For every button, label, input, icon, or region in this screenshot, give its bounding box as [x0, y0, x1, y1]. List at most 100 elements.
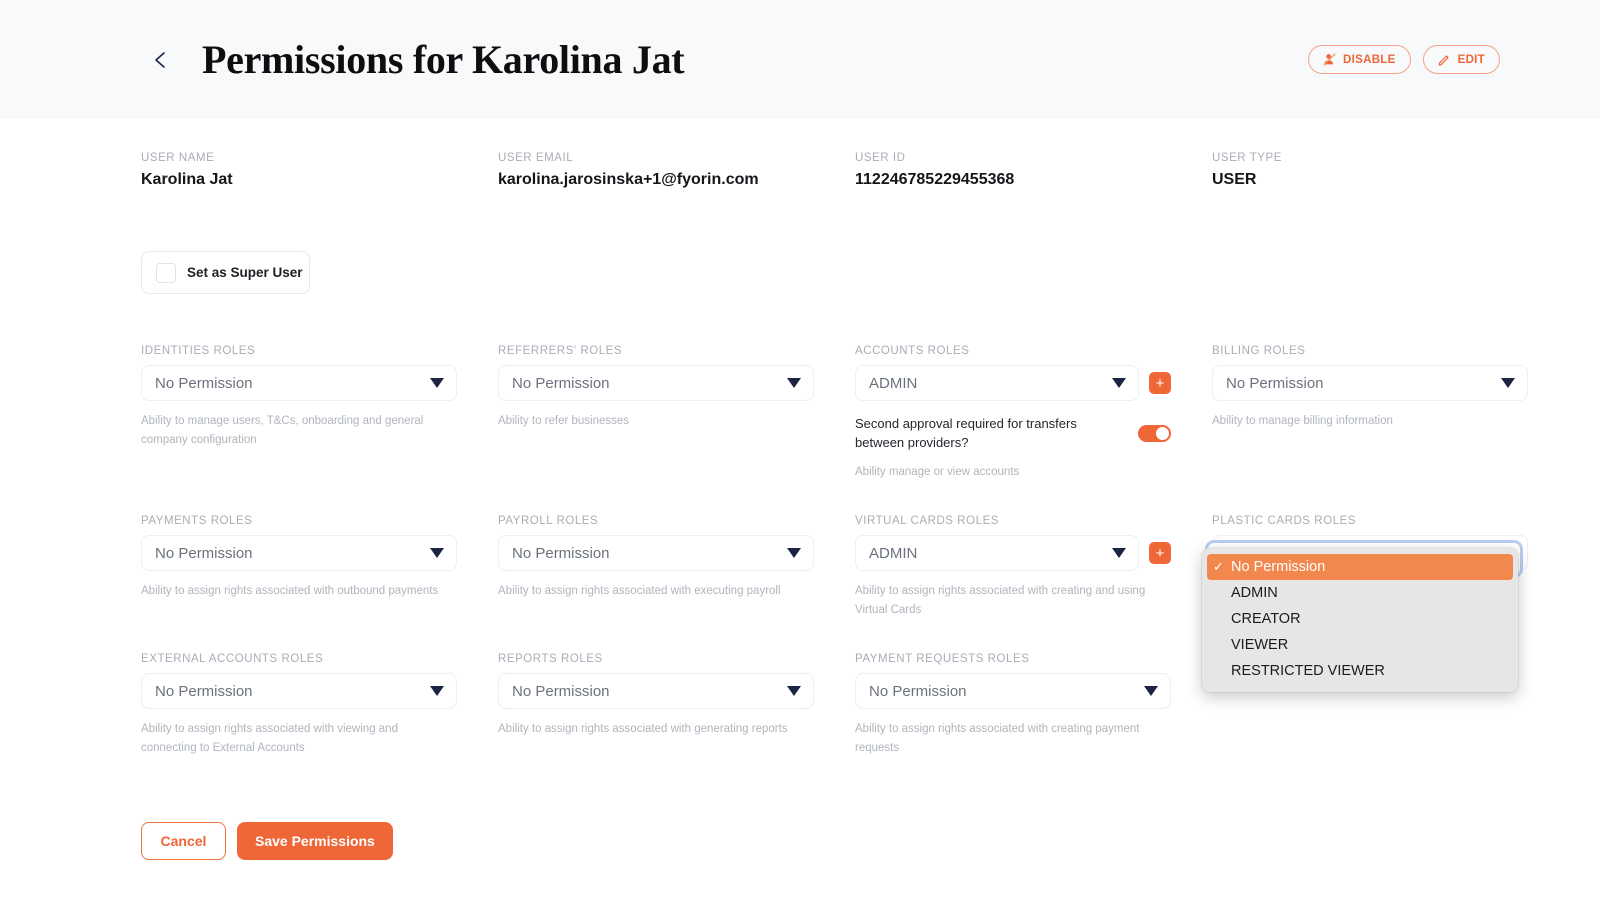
select-value: ADMIN: [869, 374, 918, 392]
role-label: EXTERNAL ACCOUNTS ROLES: [141, 653, 324, 665]
role-field-virtual-cards: VIRTUAL CARDS ROLES ADMIN + Ability to a…: [855, 515, 1171, 620]
role-select-row: No Permission: [141, 365, 457, 401]
user-info-field: USER ID 112246785229455368: [855, 152, 1212, 189]
chevron-down-icon: [1144, 686, 1158, 696]
payments-roles-select[interactable]: No Permission: [141, 535, 457, 571]
chevron-down-icon: [430, 686, 444, 696]
chevron-down-icon: [1112, 378, 1126, 388]
second-approval-row: Second approval required for transfers b…: [855, 414, 1171, 452]
chevron-down-icon: [430, 548, 444, 558]
role-helper-text: Ability to assign rights associated with…: [855, 585, 1146, 616]
role-select-row: No Permission: [498, 535, 814, 571]
back-button[interactable]: [140, 40, 180, 80]
second-approval-label: Second approval required for transfers b…: [855, 416, 1077, 450]
select-value: No Permission: [512, 682, 610, 700]
role-label: VIRTUAL CARDS ROLES: [855, 515, 1000, 527]
field-value: karolina.jarosinska+1@fyorin.com: [498, 171, 759, 188]
role-label: PAYMENTS ROLES: [141, 515, 253, 527]
select-value: No Permission: [155, 374, 253, 392]
dropdown-option-admin[interactable]: ✓ ADMIN: [1207, 580, 1513, 606]
user-info-field: USER EMAIL karolina.jarosinska+1@fyorin.…: [498, 152, 855, 189]
user-info-grid: USER NAME Karolina Jat USER EMAIL karoli…: [0, 152, 1600, 189]
dropdown-option-viewer[interactable]: ✓ VIEWER: [1207, 632, 1513, 658]
chevron-down-icon: [787, 548, 801, 558]
virtual-cards-roles-select[interactable]: ADMIN: [855, 535, 1139, 571]
role-label: ACCOUNTS ROLES: [855, 345, 970, 357]
role-field-payment-requests: PAYMENT REQUESTS ROLES No Permission Abi…: [855, 653, 1171, 758]
role-field-billing: BILLING ROLES No Permission Ability to m…: [1212, 345, 1528, 482]
toggle-knob: [1156, 426, 1169, 440]
role-field-identities: IDENTITIES ROLES No Permission Ability t…: [141, 345, 457, 482]
role-label: BILLING ROLES: [1212, 345, 1306, 357]
dropdown-option-label: RESTRICTED VIEWER: [1231, 663, 1385, 679]
role-field-accounts: ACCOUNTS ROLES ADMIN + Second approval r…: [855, 345, 1171, 482]
plastic-cards-roles-dropdown[interactable]: ✓ No Permission ✓ ADMIN ✓ CREATOR ✓ VIEW…: [1202, 548, 1518, 692]
select-value: No Permission: [869, 682, 967, 700]
role-label: IDENTITIES ROLES: [141, 345, 256, 357]
role-label: PLASTIC CARDS ROLES: [1212, 515, 1357, 527]
role-field-payments: PAYMENTS ROLES No Permission Ability to …: [141, 515, 457, 620]
role-helper-text: Ability to assign rights associated with…: [141, 723, 398, 754]
page-title: Permissions for Karolina Jat: [202, 37, 685, 82]
role-helper-text: Ability to assign rights associated with…: [498, 723, 788, 735]
role-helper-text: Ability to assign rights associated with…: [855, 723, 1140, 754]
field-value: Karolina Jat: [141, 171, 233, 188]
select-value: No Permission: [512, 374, 610, 392]
check-icon: ✓: [1213, 637, 1231, 653]
edit-button[interactable]: EDIT: [1422, 45, 1500, 74]
role-label: REPORTS ROLES: [498, 653, 603, 665]
user-slash-icon: [1323, 53, 1336, 66]
second-approval-toggle[interactable]: [1138, 424, 1171, 442]
role-helper-text: Ability to manage users, T&Cs, onboardin…: [141, 415, 424, 446]
role-field-referrers: REFERRERS' ROLES No Permission Ability t…: [498, 345, 814, 482]
role-select-row: No Permission: [1212, 365, 1528, 401]
edit-button-label: EDIT: [1457, 53, 1485, 66]
dropdown-option-restricted-viewer[interactable]: ✓ RESTRICTED VIEWER: [1207, 658, 1513, 684]
add-accounts-role-button[interactable]: +: [1149, 372, 1171, 394]
role-select-row: No Permission: [141, 535, 457, 571]
page-body: USER NAME Karolina Jat USER EMAIL karoli…: [0, 152, 1600, 860]
billing-roles-select[interactable]: No Permission: [1212, 365, 1528, 401]
role-helper-text: Ability to assign rights associated with…: [141, 585, 439, 597]
dropdown-option-label: ADMIN: [1231, 585, 1278, 601]
accounts-roles-select[interactable]: ADMIN: [855, 365, 1139, 401]
pencil-icon: [1438, 53, 1451, 66]
chevron-left-icon: [153, 50, 167, 70]
role-select-row: ADMIN +: [855, 365, 1171, 401]
role-helper-text: Ability manage or view accounts: [855, 466, 1020, 478]
add-virtual-cards-role-button[interactable]: +: [1149, 542, 1171, 564]
role-select-row: No Permission: [498, 673, 814, 709]
header-actions: DISABLE EDIT: [1308, 45, 1500, 74]
reports-roles-select[interactable]: No Permission: [498, 673, 814, 709]
select-value: No Permission: [155, 682, 253, 700]
check-icon: ✓: [1213, 559, 1224, 574]
dropdown-option-no-permission[interactable]: ✓ No Permission: [1207, 554, 1513, 580]
super-user-toggle-box[interactable]: Set as Super User: [141, 251, 310, 294]
chevron-down-icon: [787, 378, 801, 388]
role-field-reports: REPORTS ROLES No Permission Ability to a…: [498, 653, 814, 758]
dropdown-option-label: CREATOR: [1231, 611, 1301, 627]
external-accounts-roles-select[interactable]: No Permission: [141, 673, 457, 709]
role-helper-text: Ability to manage billing information: [1212, 415, 1393, 427]
field-caption: USER NAME: [141, 152, 215, 164]
role-label: REFERRERS' ROLES: [498, 345, 623, 357]
cancel-button[interactable]: Cancel: [141, 822, 226, 860]
chevron-down-icon: [787, 686, 801, 696]
payment-requests-roles-select[interactable]: No Permission: [855, 673, 1171, 709]
disable-button[interactable]: DISABLE: [1308, 45, 1411, 74]
super-user-zone: Set as Super User: [0, 251, 1600, 294]
role-label: PAYROLL ROLES: [498, 515, 599, 527]
payroll-roles-select[interactable]: No Permission: [498, 535, 814, 571]
super-user-checkbox[interactable]: [156, 262, 176, 283]
save-permissions-button[interactable]: Save Permissions: [237, 822, 393, 860]
dropdown-option-label: VIEWER: [1231, 637, 1289, 653]
check-icon: ✓: [1213, 611, 1231, 627]
field-caption: USER EMAIL: [498, 152, 574, 164]
identities-roles-select[interactable]: No Permission: [141, 365, 457, 401]
dropdown-option-creator[interactable]: ✓ CREATOR: [1207, 606, 1513, 632]
select-value: No Permission: [1226, 374, 1324, 392]
referrers-roles-select[interactable]: No Permission: [498, 365, 814, 401]
page-header: Permissions for Karolina Jat DISABLE EDI…: [0, 0, 1600, 119]
role-label: PAYMENT REQUESTS ROLES: [855, 653, 1030, 665]
role-helper-text: Ability to refer businesses: [498, 415, 630, 427]
